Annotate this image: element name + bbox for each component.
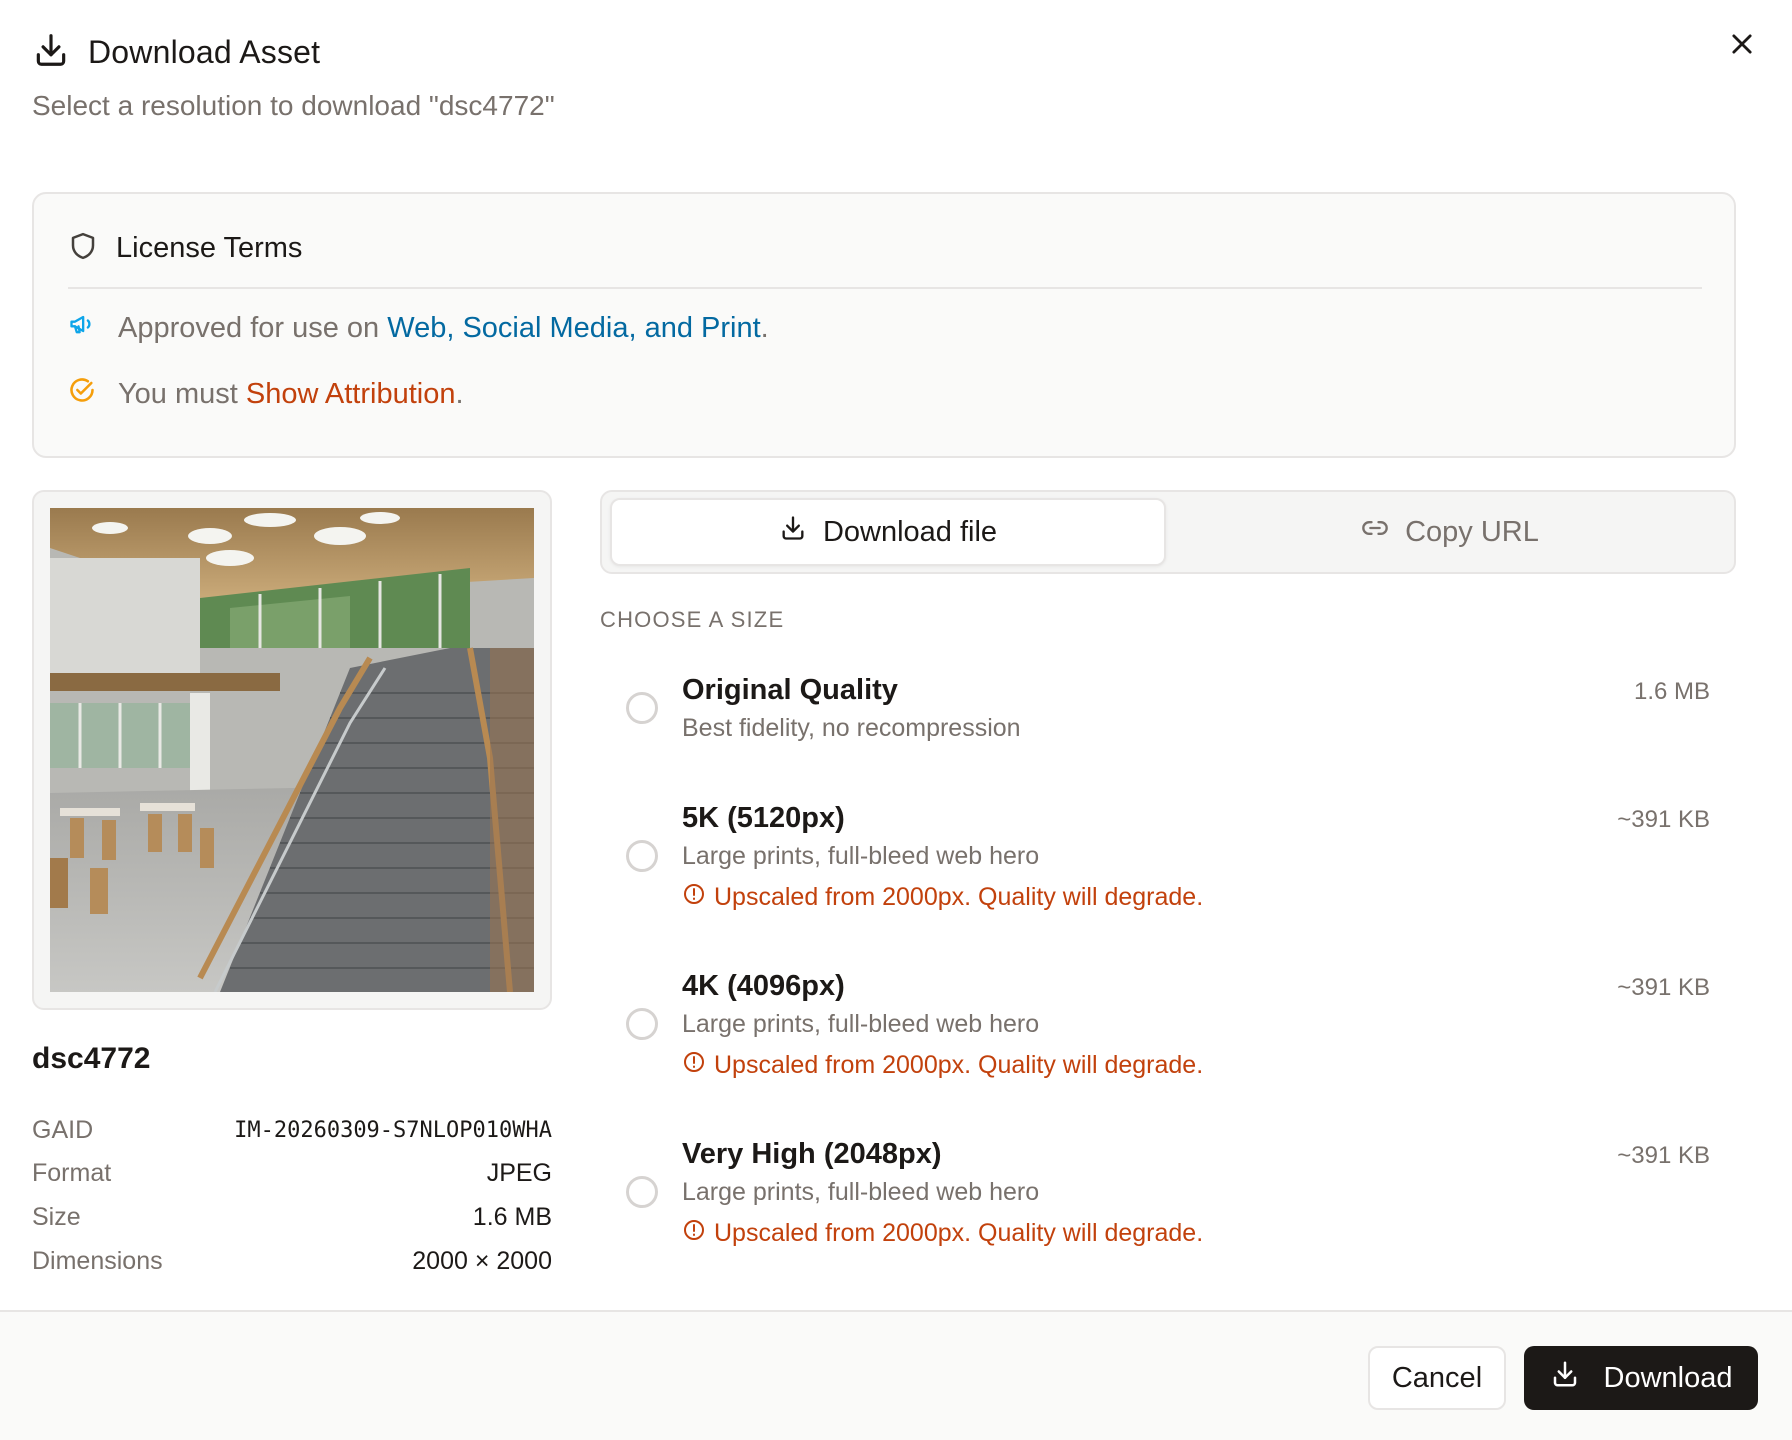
option-description: Large prints, full-bleed web hero — [682, 842, 1040, 870]
check-circle-icon — [68, 376, 96, 412]
download-icon — [32, 31, 70, 74]
dialog-footer: Cancel Download — [0, 1310, 1792, 1440]
radio-button[interactable] — [626, 840, 658, 872]
choose-size-label: CHOOSE A SIZE — [600, 607, 785, 632]
radio-button[interactable] — [626, 1176, 658, 1208]
option-description: Best fidelity, no recompression — [682, 714, 1021, 742]
meta-key: Format — [32, 1158, 112, 1187]
dialog-header: Download Asset — [32, 32, 320, 72]
option-name: 4K (4096px) — [682, 970, 845, 1002]
download-icon — [779, 514, 807, 550]
size-option-very-high[interactable]: Very High (2048px) ~391 KB Large prints,… — [600, 1138, 1736, 1258]
cancel-button[interactable]: Cancel — [1368, 1346, 1506, 1410]
shield-icon — [68, 231, 98, 266]
option-file-size: ~391 KB — [1617, 806, 1710, 833]
alert-circle-icon — [682, 882, 706, 913]
usage-line: Approved for use on Web, Social Media, a… — [68, 308, 769, 348]
radio-button[interactable] — [626, 692, 658, 724]
attribution-prefix: You must — [118, 377, 246, 410]
license-header: License Terms — [68, 228, 302, 268]
tab-label: Download file — [822, 515, 998, 548]
megaphone-icon — [68, 310, 96, 346]
meta-key: Dimensions — [32, 1246, 163, 1275]
meta-value: JPEG — [486, 1158, 552, 1187]
attribution-line: You must Show Attribution. — [68, 374, 464, 414]
dialog-title: Download Asset — [88, 33, 321, 70]
option-name: 5K (5120px) — [682, 802, 845, 834]
option-name: Very High (2048px) — [682, 1138, 942, 1170]
meta-row-format: Format JPEG — [32, 1155, 552, 1191]
meta-row-size: Size 1.6 MB — [32, 1199, 552, 1235]
asset-preview-frame — [32, 490, 552, 1010]
option-file-size: ~391 KB — [1617, 1142, 1710, 1169]
close-icon — [1728, 30, 1756, 63]
asset-preview-image — [50, 508, 534, 992]
warning-text: Upscaled from 2000px. Quality will degra… — [714, 1219, 1204, 1247]
alert-circle-icon — [682, 1050, 706, 1081]
license-title: License Terms — [116, 231, 303, 264]
download-button-label: Download — [1603, 1361, 1733, 1394]
option-name: Original Quality — [682, 674, 898, 706]
license-divider — [68, 287, 1702, 289]
option-warning: Upscaled from 2000px. Quality will degra… — [682, 882, 1203, 913]
attribution-requirement: Show Attribution — [245, 377, 456, 410]
download-asset-dialog: Download Asset Select a resolution to do… — [0, 0, 1792, 1440]
usage-channels: Web, Social Media, and Print — [387, 311, 761, 344]
alert-circle-icon — [682, 1218, 706, 1249]
attribution-text: You must Show Attribution. — [118, 378, 464, 411]
option-warning: Upscaled from 2000px. Quality will degra… — [682, 1218, 1203, 1249]
usage-prefix: Approved for use on — [118, 311, 388, 344]
size-option-4k[interactable]: 4K (4096px) ~391 KB Large prints, full-b… — [600, 970, 1736, 1090]
tab-copy-url[interactable]: Copy URL — [1172, 498, 1728, 566]
size-option-5k[interactable]: 5K (5120px) ~391 KB Large prints, full-b… — [600, 802, 1736, 922]
dialog-subtitle: Select a resolution to download "dsc4772… — [32, 90, 555, 121]
license-terms-card: License Terms Approved for use on Web, S… — [32, 192, 1736, 458]
option-description: Large prints, full-bleed web hero — [682, 1178, 1040, 1206]
option-warning: Upscaled from 2000px. Quality will degra… — [682, 1050, 1203, 1081]
meta-value: IM-20260309-S7NLOP010WHA — [234, 1117, 552, 1143]
download-button[interactable]: Download — [1524, 1346, 1758, 1410]
usage-text: Approved for use on Web, Social Media, a… — [118, 312, 769, 345]
tab-label: Copy URL — [1405, 515, 1539, 548]
warning-text: Upscaled from 2000px. Quality will degra… — [714, 1051, 1204, 1079]
size-option-original[interactable]: Original Quality 1.6 MB Best fidelity, n… — [600, 674, 1736, 754]
tab-download-file[interactable]: Download file — [610, 498, 1166, 566]
meta-value: 1.6 MB — [472, 1202, 552, 1231]
warning-text: Upscaled from 2000px. Quality will degra… — [714, 883, 1204, 911]
download-mode-tabs: Download file Copy URL — [600, 490, 1736, 574]
meta-row-gaid: GAID IM-20260309-S7NLOP010WHA — [32, 1112, 552, 1148]
option-file-size: ~391 KB — [1617, 974, 1710, 1001]
meta-key: GAID — [32, 1115, 94, 1144]
close-button[interactable] — [1722, 26, 1762, 66]
option-description: Large prints, full-bleed web hero — [682, 1010, 1040, 1038]
asset-name: dsc4772 — [32, 1042, 151, 1075]
meta-row-dimensions: Dimensions 2000 × 2000 — [32, 1243, 552, 1279]
meta-value: 2000 × 2000 — [412, 1246, 552, 1275]
meta-key: Size — [32, 1202, 81, 1231]
usage-suffix: . — [760, 311, 769, 344]
attribution-suffix: . — [455, 377, 464, 410]
download-icon — [1550, 1359, 1580, 1397]
radio-button[interactable] — [626, 1008, 658, 1040]
option-file-size: 1.6 MB — [1633, 678, 1710, 705]
link-icon — [1361, 514, 1389, 550]
